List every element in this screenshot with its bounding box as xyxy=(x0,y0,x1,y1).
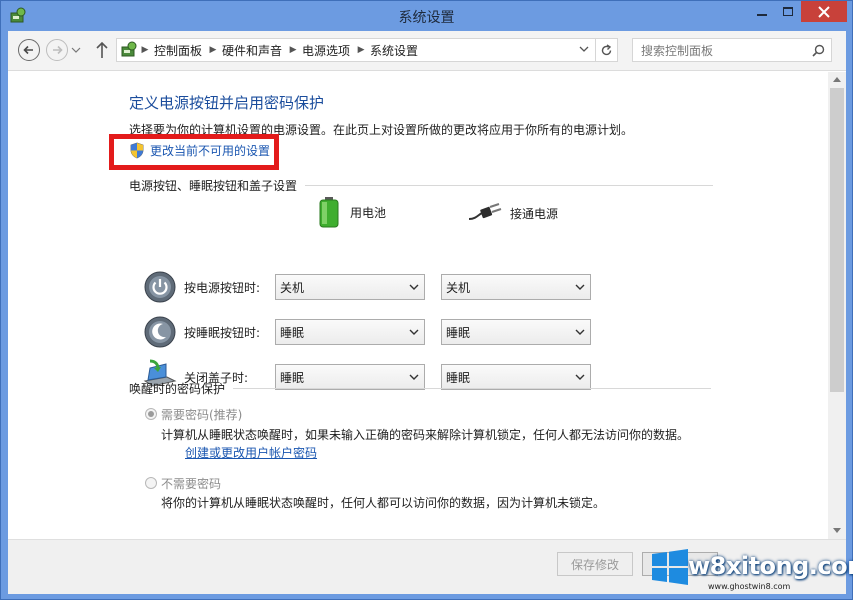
sleep-button-battery-value: 睡眠 xyxy=(280,325,305,340)
plugged-in-column-header: 接通电源 xyxy=(468,203,558,223)
forward-button[interactable] xyxy=(46,39,68,61)
power-button-plugged-in-select[interactable]: 关机 xyxy=(441,274,591,300)
require-password-radio[interactable] xyxy=(145,408,157,420)
require-password-description: 计算机从睡眠状态唤醒时，如果未输入正确的密码来解除计算机锁定，任何人都无法访问你… xyxy=(161,428,690,442)
wake-password-section-header: 唤醒时的密码保护 xyxy=(129,380,712,397)
sleep-button-battery-select[interactable]: 睡眠 xyxy=(275,319,425,345)
minimize-button[interactable] xyxy=(749,1,775,22)
breadcrumb-chevron-icon[interactable]: ▶ xyxy=(354,45,368,55)
page-title: 定义电源按钮并启用密码保护 xyxy=(129,94,325,112)
sleep-button-label: 按睡眠按钮时: xyxy=(184,326,261,340)
breadcrumb-control-panel[interactable]: 控制面板 xyxy=(152,42,206,59)
close-icon xyxy=(818,5,830,18)
power-button-label: 按电源按钮时: xyxy=(184,281,261,295)
windows-logo-icon xyxy=(652,549,688,585)
close-button[interactable] xyxy=(801,1,847,22)
scroll-down-icon[interactable] xyxy=(833,528,841,534)
breadcrumb-chevron-icon[interactable]: ▶ xyxy=(206,45,220,55)
chevron-down-icon xyxy=(575,284,585,290)
highlight-annotation-box xyxy=(109,134,279,170)
radio-selected-dot xyxy=(148,411,154,417)
create-change-password-link[interactable]: 创建或更改用户帐户密码 xyxy=(185,444,317,461)
maximize-button[interactable] xyxy=(775,1,801,22)
search-input[interactable] xyxy=(641,43,801,59)
recent-pages-dropdown-icon[interactable] xyxy=(71,45,81,55)
control-panel-icon xyxy=(121,41,137,57)
plugged-in-column-label: 接通电源 xyxy=(510,206,559,221)
power-button-icon xyxy=(144,271,176,303)
refresh-button[interactable] xyxy=(596,38,618,62)
no-password-radio[interactable] xyxy=(145,477,157,489)
scroll-up-icon[interactable] xyxy=(833,76,841,82)
watermark-text: w8xitong.com xyxy=(688,552,853,580)
vertical-scrollbar[interactable] xyxy=(828,72,846,594)
arrow-right-icon xyxy=(53,45,63,55)
site-watermark: w8xitong.com www.ghostwin8.com xyxy=(648,546,853,594)
battery-column-label: 用电池 xyxy=(350,205,387,220)
scrollbar-thumb[interactable] xyxy=(830,88,844,392)
back-button[interactable] xyxy=(18,39,40,61)
up-arrow-icon[interactable] xyxy=(94,40,110,60)
power-button-battery-select[interactable]: 关机 xyxy=(275,274,425,300)
section-divider xyxy=(233,388,712,389)
window-title: 系统设置 xyxy=(398,10,455,26)
power-buttons-section-title: 电源按钮、睡眠按钮和盖子设置 xyxy=(129,179,298,193)
navigation-bar: ▶ 控制面板 ▶ 硬件和声音 ▶ 电源选项 ▶ 系统设置 xyxy=(8,31,846,71)
chevron-down-icon xyxy=(409,284,419,290)
maximize-icon xyxy=(783,7,793,16)
window-client: ▶ 控制面板 ▶ 硬件和声音 ▶ 电源选项 ▶ 系统设置 定义电源按钮并启用密码… xyxy=(8,31,846,594)
require-password-label[interactable]: 需要密码(推荐) xyxy=(161,406,242,423)
breadcrumb-chevron-icon[interactable]: ▶ xyxy=(286,45,300,55)
power-button-plugged-in-value: 关机 xyxy=(446,280,471,295)
power-button-battery-value: 关机 xyxy=(280,280,305,295)
no-password-description: 将你的计算机从睡眠状态唤醒时，任何人都可以访问你的数据，因为计算机未锁定。 xyxy=(161,496,606,510)
power-plug-icon xyxy=(468,203,502,220)
breadcrumb-power-options[interactable]: 电源选项 xyxy=(300,42,354,59)
sleep-button-plugged-in-select[interactable]: 睡眠 xyxy=(441,319,591,345)
arrow-left-icon xyxy=(23,45,33,55)
breadcrumb-hardware-sound[interactable]: 硬件和声音 xyxy=(220,42,286,59)
refresh-icon xyxy=(601,43,612,55)
minimize-icon xyxy=(757,13,767,16)
battery-icon xyxy=(319,197,339,228)
chevron-down-icon xyxy=(575,329,585,335)
search-icon[interactable] xyxy=(812,44,825,57)
power-buttons-section-header: 电源按钮、睡眠按钮和盖子设置 xyxy=(129,177,714,194)
sleep-button-icon xyxy=(144,316,176,348)
search-box[interactable] xyxy=(632,38,832,62)
no-password-label[interactable]: 不需要密码 xyxy=(161,475,221,492)
title-bar[interactable]: 系统设置 xyxy=(1,1,852,31)
watermark-subtext: www.ghostwin8.com xyxy=(708,582,791,591)
chevron-down-icon[interactable] xyxy=(579,44,589,54)
section-divider xyxy=(305,185,714,186)
system-settings-window: 系统设置 ▶ 控制面板 ▶ 硬件和声音 ▶ 电源选项 ▶ 系统设置 搜索控制面板… xyxy=(0,0,853,600)
battery-column-header: 用电池 xyxy=(318,196,386,228)
chevron-down-icon xyxy=(409,329,419,335)
address-bar[interactable]: ▶ 控制面板 ▶ 硬件和声音 ▶ 电源选项 ▶ 系统设置 xyxy=(116,38,596,62)
wake-password-section-title: 唤醒时的密码保护 xyxy=(129,382,226,396)
sleep-button-plugged-in-value: 睡眠 xyxy=(446,325,471,340)
breadcrumb-chevron-icon[interactable]: ▶ xyxy=(138,45,152,55)
settings-content: 定义电源按钮并启用密码保护 选择要为你的计算机设置的电源设置。在此页上对设置所做… xyxy=(8,72,828,594)
save-changes-button[interactable]: 保存修改 xyxy=(557,552,633,576)
breadcrumb-system-settings[interactable]: 系统设置 xyxy=(368,42,422,59)
